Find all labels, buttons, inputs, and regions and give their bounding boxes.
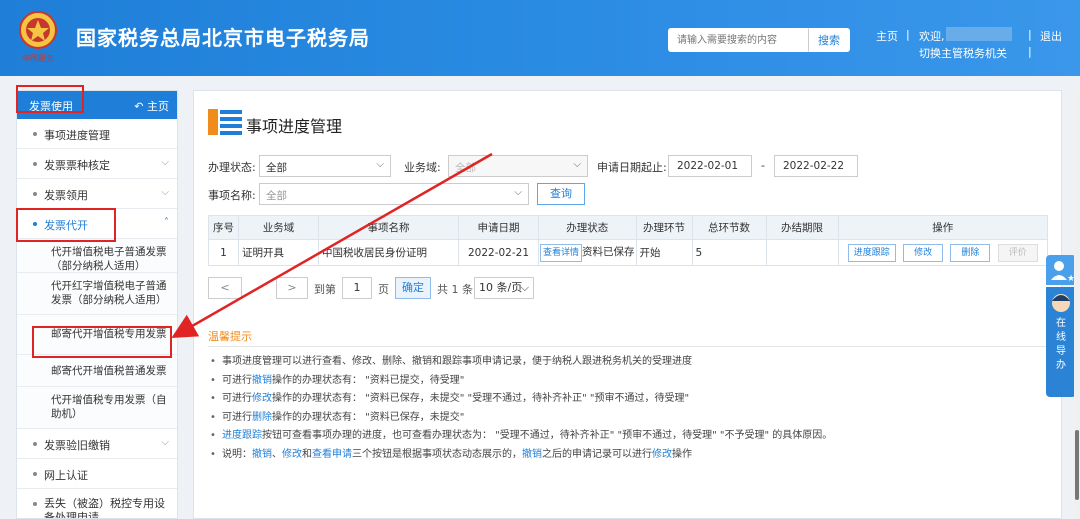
scrollbar-thumb[interactable] (1075, 430, 1079, 500)
avatar-icon (1052, 294, 1070, 312)
online-guide-widget[interactable]: ★ 在线导办 (1046, 255, 1076, 397)
online-guide-label: 在线导办 (1056, 318, 1066, 371)
annotation-arrow-icon (171, 152, 493, 338)
user-star-icon: ★ (1046, 255, 1076, 285)
